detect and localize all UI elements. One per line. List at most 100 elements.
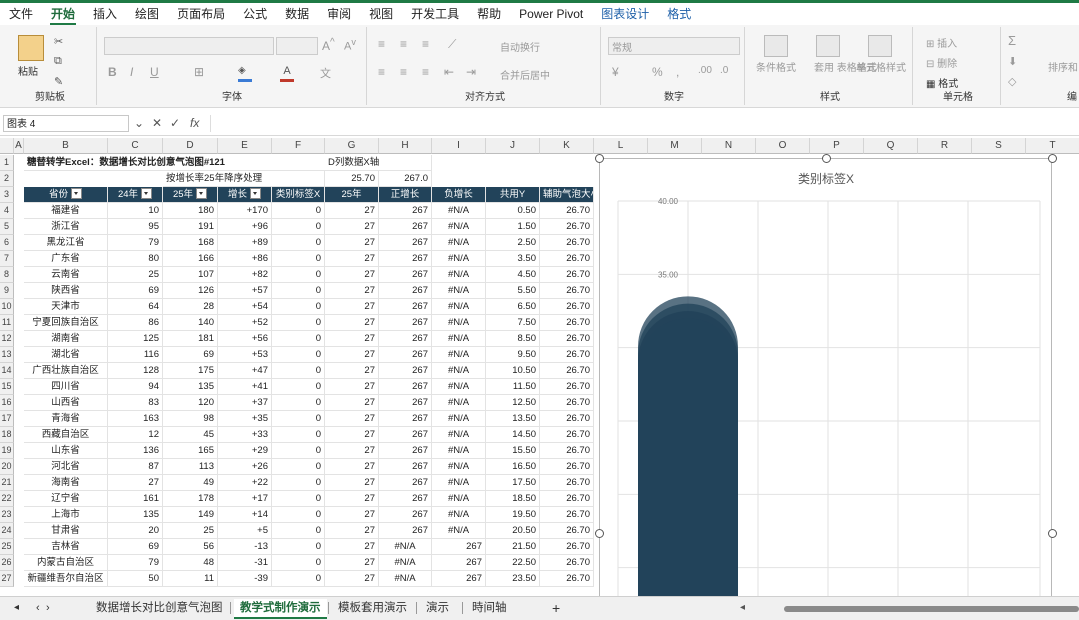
data-cell[interactable]: 128 [108, 363, 163, 379]
data-cell[interactable]: 27 [325, 299, 379, 315]
province-cell[interactable]: 广西壮族自治区 [24, 363, 108, 379]
insert-cells-button[interactable]: ⊞ 插入 [926, 35, 957, 50]
data-cell[interactable]: #N/A [432, 459, 486, 475]
province-cell[interactable]: 云南省 [24, 267, 108, 283]
conditional-format-icon[interactable] [764, 35, 788, 57]
data-cell[interactable]: 19.50 [486, 507, 540, 523]
data-cell[interactable]: 17.50 [486, 475, 540, 491]
data-cell[interactable]: 27 [325, 491, 379, 507]
data-cell[interactable]: +14 [218, 507, 272, 523]
data-cell[interactable]: #N/A [432, 491, 486, 507]
data-cell[interactable]: 0 [272, 363, 325, 379]
data-cell[interactable]: 267 [379, 459, 432, 475]
data-cell[interactable]: 4.50 [486, 267, 540, 283]
chart-handle-top-right[interactable] [1048, 154, 1057, 163]
column-header-Q[interactable]: Q [864, 138, 918, 154]
data-cell[interactable]: +37 [218, 395, 272, 411]
font-size-dropdown[interactable] [276, 37, 318, 55]
province-cell[interactable]: 吉林省 [24, 539, 108, 555]
sheet-tab-2[interactable]: 模板套用演示 [332, 599, 413, 617]
clear-icon[interactable]: ◇ [1008, 75, 1016, 88]
data-cell[interactable]: 267 [379, 251, 432, 267]
data-cell[interactable]: 0 [272, 491, 325, 507]
data-cell[interactable]: +33 [218, 427, 272, 443]
header-cell-6[interactable]: 正增长 [379, 187, 432, 203]
data-cell[interactable]: 161 [108, 491, 163, 507]
header-cell-1[interactable]: 24年 [108, 187, 163, 203]
data-cell[interactable]: 10.50 [486, 363, 540, 379]
data-cell[interactable]: 180 [163, 203, 218, 219]
data-cell[interactable]: 107 [163, 267, 218, 283]
data-cell[interactable]: 5.50 [486, 283, 540, 299]
data-cell[interactable]: 267 [379, 331, 432, 347]
max-value-cell[interactable]: 267.0 [379, 171, 432, 187]
tab-scroll-left-icon[interactable]: ◂ [8, 599, 25, 617]
data-cell[interactable]: 0 [272, 251, 325, 267]
data-cell[interactable]: +170 [218, 203, 272, 219]
data-cell[interactable]: 27 [325, 523, 379, 539]
column-header-J[interactable]: J [486, 138, 540, 154]
province-cell[interactable]: 青海省 [24, 411, 108, 427]
x-axis-note-cell[interactable]: D列数据X轴 [325, 155, 432, 171]
data-cell[interactable]: 0 [272, 411, 325, 427]
header-cell-7[interactable]: 负增长 [432, 187, 486, 203]
data-cell[interactable]: #N/A [432, 331, 486, 347]
column-header-M[interactable]: M [648, 138, 702, 154]
data-cell[interactable]: 0 [272, 379, 325, 395]
data-cell[interactable]: 27 [325, 475, 379, 491]
percent-icon[interactable]: % [652, 65, 663, 79]
row-header-8[interactable]: 8 [0, 267, 14, 283]
data-cell[interactable]: 16.50 [486, 459, 540, 475]
province-cell[interactable]: 海南省 [24, 475, 108, 491]
data-cell[interactable]: 0 [272, 539, 325, 555]
province-cell[interactable]: 宁夏回族自治区 [24, 315, 108, 331]
data-cell[interactable]: 20 [108, 523, 163, 539]
row-header-23[interactable]: 23 [0, 507, 14, 523]
align-middle-icon[interactable]: ≡ [400, 37, 407, 51]
data-cell[interactable]: 98 [163, 411, 218, 427]
data-cell[interactable]: 26.70 [540, 523, 594, 539]
data-cell[interactable]: 8.50 [486, 331, 540, 347]
fill-color-icon[interactable]: ◈ [238, 65, 252, 82]
data-cell[interactable]: 27 [325, 427, 379, 443]
hscroll-left-icon[interactable]: ◂ [740, 602, 748, 614]
header-cell-4[interactable]: 类别标签X [272, 187, 325, 203]
data-cell[interactable]: 28 [163, 299, 218, 315]
paste-label[interactable]: 粘贴 [18, 63, 38, 78]
data-cell[interactable]: 26.70 [540, 251, 594, 267]
data-cell[interactable]: #N/A [432, 235, 486, 251]
data-cell[interactable]: 27 [325, 203, 379, 219]
header-cell-2[interactable]: 25年 [163, 187, 218, 203]
data-cell[interactable]: 165 [163, 443, 218, 459]
data-cell[interactable]: +47 [218, 363, 272, 379]
data-cell[interactable]: 0 [272, 555, 325, 571]
indent-decrease-icon[interactable]: ⇤ [444, 65, 454, 79]
data-cell[interactable]: 83 [108, 395, 163, 411]
data-cell[interactable]: 26.70 [540, 555, 594, 571]
data-cell[interactable]: 27 [325, 395, 379, 411]
data-cell[interactable]: +54 [218, 299, 272, 315]
data-cell[interactable]: 27 [325, 571, 379, 587]
menu-12[interactable]: 图表设计 [592, 3, 658, 25]
data-cell[interactable]: #N/A [432, 395, 486, 411]
data-cell[interactable]: 267 [379, 491, 432, 507]
tab-scroll-next-icon[interactable]: › [40, 599, 56, 617]
data-cell[interactable]: 267 [379, 475, 432, 491]
align-left-icon[interactable]: ≡ [378, 65, 385, 79]
data-cell[interactable]: 27 [325, 235, 379, 251]
province-cell[interactable]: 浙江省 [24, 219, 108, 235]
row-header-4[interactable]: 4 [0, 203, 14, 219]
province-cell[interactable]: 内蒙古自治区 [24, 555, 108, 571]
data-cell[interactable]: #N/A [432, 411, 486, 427]
chart-handle-top-left[interactable] [595, 154, 604, 163]
data-cell[interactable]: 26.70 [540, 539, 594, 555]
data-cell[interactable]: 26.70 [540, 395, 594, 411]
row-header-17[interactable]: 17 [0, 411, 14, 427]
data-cell[interactable]: #N/A [379, 539, 432, 555]
province-cell[interactable]: 黑龙江省 [24, 235, 108, 251]
data-cell[interactable]: 27 [325, 411, 379, 427]
data-cell[interactable]: 267 [379, 379, 432, 395]
header-cell-8[interactable]: 共用Y [486, 187, 540, 203]
filter-dropdown-icon[interactable] [250, 187, 261, 199]
copy-icon[interactable]: ⧉ [54, 55, 62, 68]
